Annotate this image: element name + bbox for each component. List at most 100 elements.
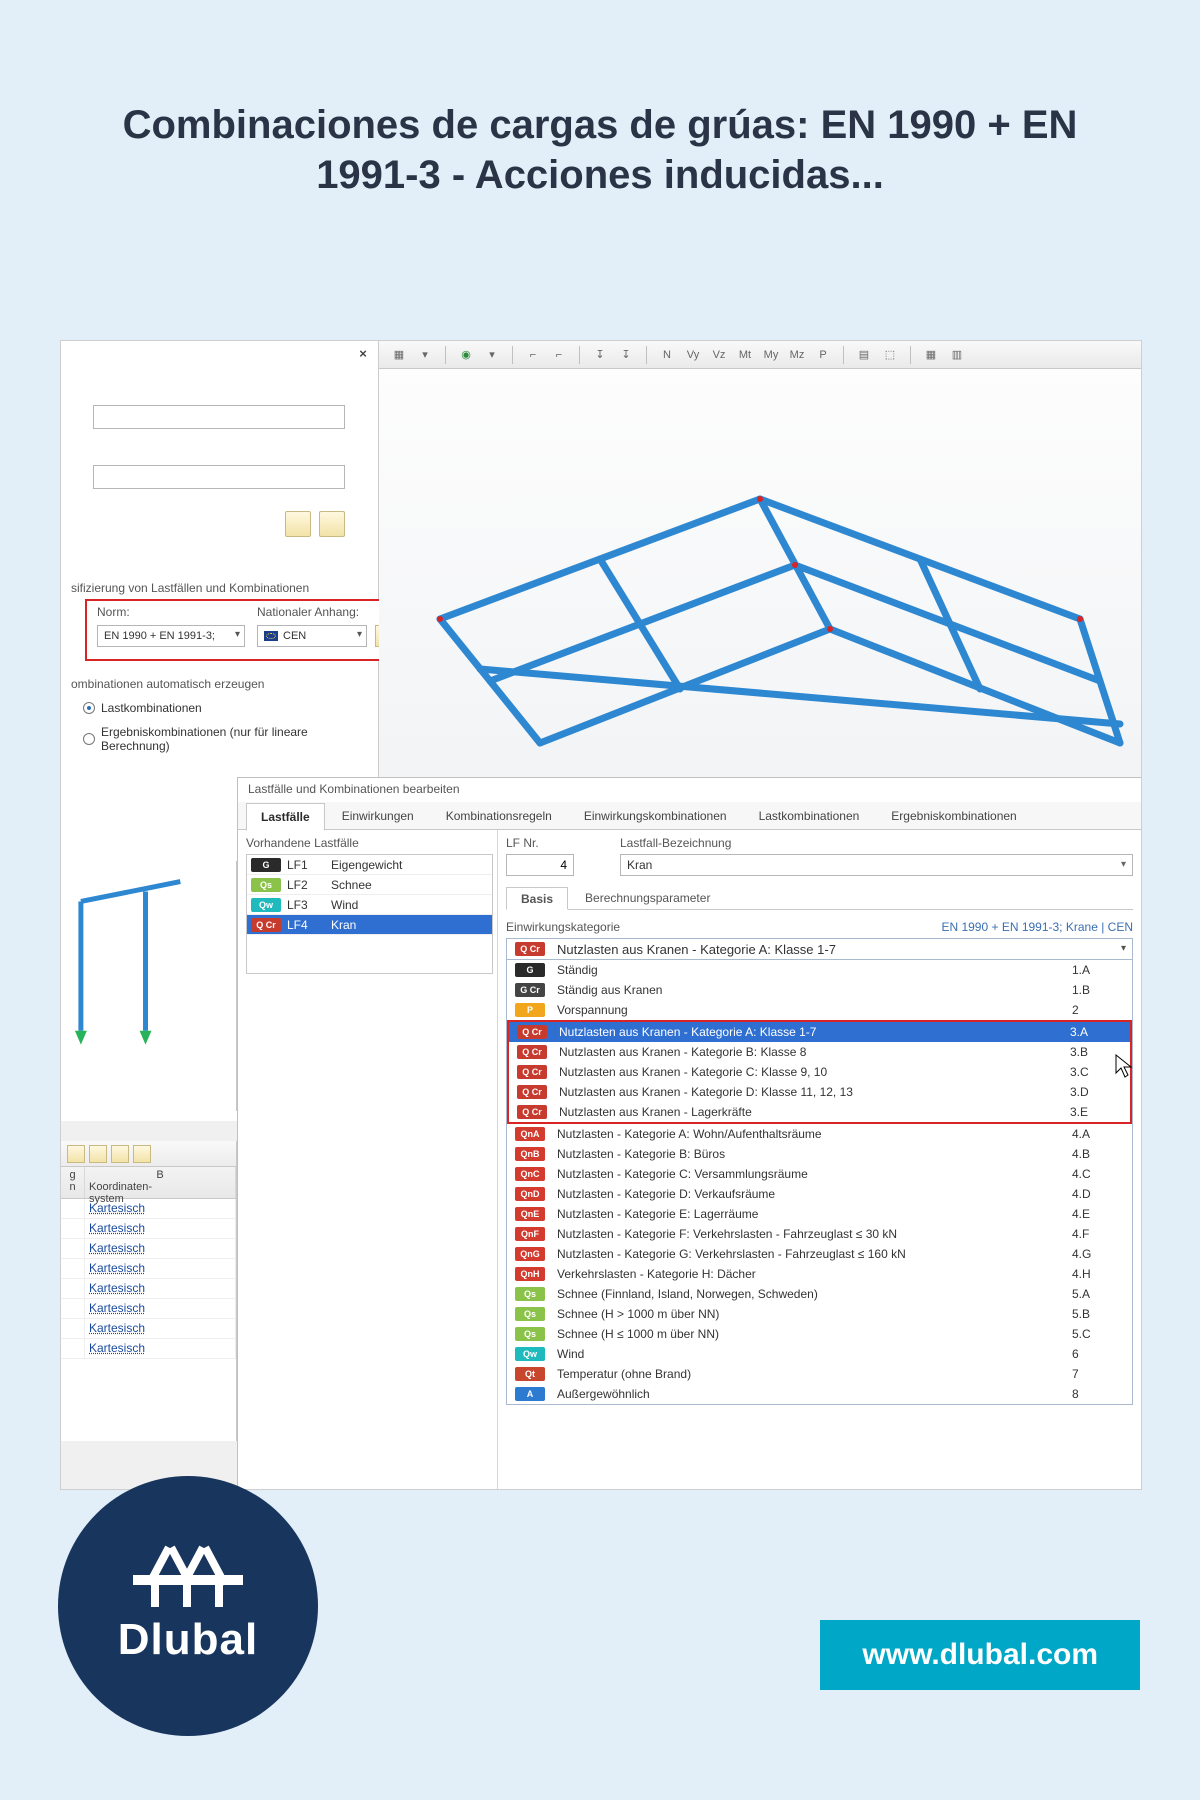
toolbar-icon[interactable]: ↧ <box>590 345 610 365</box>
toolbar-icon[interactable]: ▾ <box>415 345 435 365</box>
category-badge-icon: Qw <box>251 898 281 912</box>
dialog-tab[interactable]: Einwirkungskombinationen <box>569 802 742 830</box>
option-text: Schnee (Finnland, Island, Norwegen, Schw… <box>557 1287 1066 1301</box>
category-option[interactable]: QnBNutzlasten - Kategorie B: Büros4.B <box>507 1144 1132 1164</box>
option-text: Ständig aus Kranen <box>557 983 1066 997</box>
lfnr-input[interactable] <box>506 854 574 876</box>
norm-select-value: EN 1990 + EN 1991-3; <box>104 630 215 642</box>
load-case-row[interactable]: Q CrLF4Kran <box>247 915 492 935</box>
crane-categories-highlight: Q CrNutzlasten aus Kranen - Kategorie A:… <box>507 1020 1132 1124</box>
table-row[interactable]: Kartesisch <box>61 1279 236 1299</box>
table-row[interactable]: Kartesisch <box>61 1239 236 1259</box>
dialog-tab[interactable]: Lastfälle <box>246 803 325 831</box>
category-option[interactable]: Q CrNutzlasten aus Kranen - Kategorie C:… <box>509 1062 1130 1082</box>
dialog-tabs: LastfälleEinwirkungenKombinationsregelnE… <box>238 802 1141 830</box>
result-vz-icon[interactable]: Vz <box>709 345 729 365</box>
option-code: 4.E <box>1072 1207 1132 1221</box>
option-text: Nutzlasten aus Kranen - Kategorie C: Kla… <box>559 1065 1064 1079</box>
radio-ergebniskombinationen[interactable]: Ergebniskombinationen (nur für lineare B… <box>83 725 378 753</box>
category-option[interactable]: QnENutzlasten - Kategorie E: Lagerräume4… <box>507 1204 1132 1224</box>
existing-load-cases-grid[interactable]: GLF1EigengewichtQsLF2SchneeQwLF3WindQ Cr… <box>246 854 493 974</box>
toolbar-icon[interactable]: ▤ <box>854 345 874 365</box>
result-my-icon[interactable]: My <box>761 345 781 365</box>
toolbar-icon[interactable]: ⌐ <box>523 345 543 365</box>
folder-icon[interactable] <box>285 511 311 537</box>
category-option[interactable]: QsSchnee (Finnland, Island, Norwegen, Sc… <box>507 1284 1132 1304</box>
toolbar-icon[interactable]: ▥ <box>947 345 967 365</box>
table-icon[interactable] <box>133 1145 151 1163</box>
table-body: KartesischKartesischKartesischKartesisch… <box>61 1199 236 1359</box>
category-option[interactable]: Q CrNutzlasten aus Kranen - Kategorie B:… <box>509 1042 1130 1062</box>
table-icon[interactable] <box>111 1145 129 1163</box>
category-option[interactable]: QnANutzlasten - Kategorie A: Wohn/Aufent… <box>507 1124 1132 1144</box>
category-option[interactable]: Q CrNutzlasten aus Kranen - Lagerkräfte3… <box>509 1102 1130 1122</box>
category-badge-icon: Q Cr <box>517 1045 547 1059</box>
category-option[interactable]: QnHVerkehrslasten - Kategorie H: Dächer4… <box>507 1264 1132 1284</box>
category-option[interactable]: QnCNutzlasten - Kategorie C: Versammlung… <box>507 1164 1132 1184</box>
toolbar-icon[interactable]: ⬚ <box>880 345 900 365</box>
save-icon[interactable] <box>319 511 345 537</box>
toolbar-icon[interactable]: ▦ <box>389 345 409 365</box>
detail-subtab[interactable]: Berechnungsparameter <box>570 886 725 909</box>
page-title: Combinaciones de cargas de grúas: EN 199… <box>80 100 1120 200</box>
load-case-row[interactable]: QwLF3Wind <box>247 895 492 915</box>
result-mt-icon[interactable]: Mt <box>735 345 755 365</box>
lf-name: Eigengewicht <box>331 858 492 872</box>
category-option[interactable]: QnGNutzlasten - Kategorie G: Verkehrslas… <box>507 1244 1132 1264</box>
toolbar-icon[interactable]: ↧ <box>616 345 636 365</box>
load-case-row[interactable]: QsLF2Schnee <box>247 875 492 895</box>
dialog-tab[interactable]: Kombinationsregeln <box>431 802 567 830</box>
toolbar-icon[interactable]: ◉ <box>456 345 476 365</box>
cell-value: Kartesisch <box>85 1199 236 1218</box>
dialog-tab[interactable]: Lastkombinationen <box>744 802 875 830</box>
toolbar-icon[interactable]: ▦ <box>921 345 941 365</box>
category-option[interactable]: QnFNutzlasten - Kategorie F: Verkehrslas… <box>507 1224 1132 1244</box>
category-option[interactable]: QsSchnee (H > 1000 m über NN)5.B <box>507 1304 1132 1324</box>
norm-select[interactable]: EN 1990 + EN 1991-3; <box>97 625 245 647</box>
option-code: 4.H <box>1072 1267 1132 1281</box>
table-row[interactable]: Kartesisch <box>61 1199 236 1219</box>
bezeichnung-select[interactable]: Kran <box>620 854 1133 876</box>
category-option[interactable]: QtTemperatur (ohne Brand)7 <box>507 1364 1132 1384</box>
dialog-tab[interactable]: Ergebniskombinationen <box>876 802 1031 830</box>
result-p-icon[interactable]: P <box>813 345 833 365</box>
result-n-icon[interactable]: N <box>657 345 677 365</box>
category-option[interactable]: GStändig1.A <box>507 960 1132 980</box>
option-text: Temperatur (ohne Brand) <box>557 1367 1066 1381</box>
text-field-2[interactable] <box>93 465 345 489</box>
annex-select[interactable]: CEN <box>257 625 367 647</box>
category-option[interactable]: QsSchnee (H ≤ 1000 m über NN)5.C <box>507 1324 1132 1344</box>
result-mz-icon[interactable]: Mz <box>787 345 807 365</box>
toolbar-icon[interactable]: ▾ <box>482 345 502 365</box>
text-field-1[interactable] <box>93 405 345 429</box>
detail-subtab[interactable]: Basis <box>506 887 568 910</box>
table-row[interactable]: Kartesisch <box>61 1259 236 1279</box>
model-viewport[interactable] <box>379 369 1141 809</box>
lf-code: LF4 <box>287 918 331 932</box>
radio-lastkombinationen[interactable]: Lastkombinationen <box>83 701 202 715</box>
option-code: 4.D <box>1072 1187 1132 1201</box>
category-option[interactable]: PVorspannung2 <box>507 1000 1132 1020</box>
category-option[interactable]: G CrStändig aus Kranen1.B <box>507 980 1132 1000</box>
load-cases-dialog: Lastfälle und Kombinationen bearbeiten L… <box>237 777 1141 1490</box>
table-icon[interactable] <box>89 1145 107 1163</box>
table-icon[interactable] <box>67 1145 85 1163</box>
auto-generate-header: ombinationen automatisch erzeugen <box>71 677 264 691</box>
category-option[interactable]: QwWind6 <box>507 1344 1132 1364</box>
category-option[interactable]: Q CrNutzlasten aus Kranen - Kategorie A:… <box>509 1022 1130 1042</box>
category-dropdown[interactable]: GStändig1.AG CrStändig aus Kranen1.BPVor… <box>506 960 1133 1405</box>
category-select[interactable]: Q Cr Nutzlasten aus Kranen - Kategorie A… <box>506 938 1133 960</box>
table-row[interactable]: Kartesisch <box>61 1219 236 1239</box>
close-icon[interactable]: × <box>354 345 372 363</box>
toolbar-icon[interactable]: ⌐ <box>549 345 569 365</box>
table-row[interactable]: Kartesisch <box>61 1299 236 1319</box>
table-row[interactable]: Kartesisch <box>61 1319 236 1339</box>
result-vy-icon[interactable]: Vy <box>683 345 703 365</box>
category-option[interactable]: AAußergewöhnlich8 <box>507 1384 1132 1404</box>
load-case-row[interactable]: GLF1Eigengewicht <box>247 855 492 875</box>
table-row[interactable]: Kartesisch <box>61 1339 236 1359</box>
dialog-tab[interactable]: Einwirkungen <box>327 802 429 830</box>
option-text: Außergewöhnlich <box>557 1387 1066 1401</box>
category-option[interactable]: QnDNutzlasten - Kategorie D: Verkaufsräu… <box>507 1184 1132 1204</box>
category-option[interactable]: Q CrNutzlasten aus Kranen - Kategorie D:… <box>509 1082 1130 1102</box>
